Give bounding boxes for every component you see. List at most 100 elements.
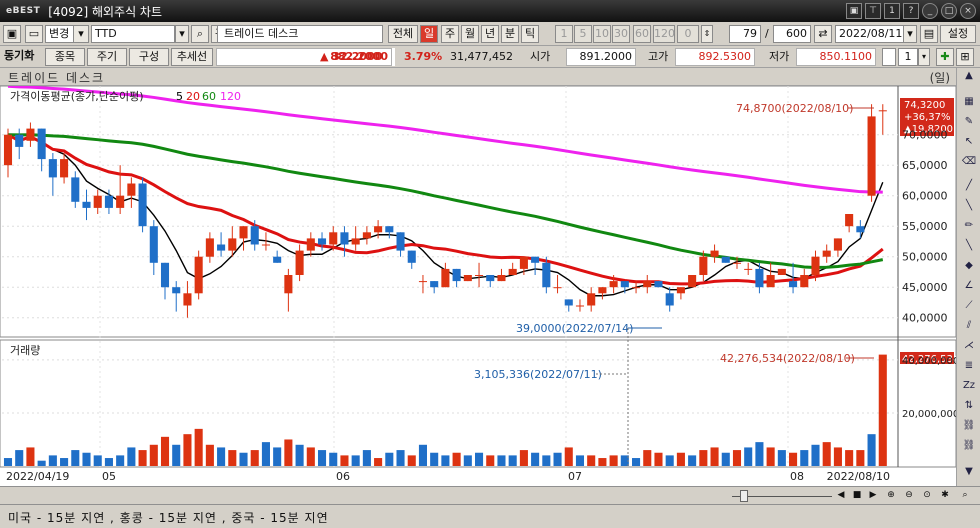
price-chart[interactable]: 74,8700(2022/08/10) 39,0000(2022/07/14) 42…: [0, 86, 956, 486]
period-month-button[interactable]: 월: [461, 25, 479, 43]
save-icon[interactable]: ▤: [920, 25, 938, 43]
maximize-button[interactable]: □: [941, 3, 957, 19]
period-tick-button[interactable]: 틱: [521, 25, 539, 43]
interval-1-button[interactable]: 1: [555, 25, 573, 43]
volume-bar: [845, 450, 854, 466]
chevron-down-icon[interactable]: ▾: [175, 25, 189, 43]
chevron-down-icon[interactable]: ▾: [903, 25, 917, 43]
symbol-button[interactable]: 종목: [45, 48, 85, 66]
fibo-icon[interactable]: ≣: [961, 358, 977, 374]
zoom-out-icon[interactable]: ⊖: [902, 489, 916, 503]
candle-body: [800, 275, 809, 288]
candle-body: [531, 256, 540, 263]
price-tick-label: 70,0000: [902, 129, 948, 142]
arrows-icon[interactable]: ⇅: [961, 398, 977, 414]
chain-icon[interactable]: ⛓: [961, 438, 977, 454]
period-minute-button[interactable]: 분: [501, 25, 519, 43]
interval-60-button[interactable]: 60: [633, 25, 651, 43]
ruler-icon[interactable]: ╲: [961, 238, 977, 254]
symbol-input[interactable]: TTD: [91, 25, 175, 43]
link-icon[interactable]: ⛓: [961, 418, 977, 434]
add-icon[interactable]: ✚: [936, 48, 954, 66]
trendline-button[interactable]: 추세선: [171, 48, 213, 66]
close-button[interactable]: ×: [960, 3, 976, 19]
cycle-button[interactable]: 주기: [87, 48, 127, 66]
pin-button[interactable]: ▣: [846, 3, 862, 19]
slider-handle[interactable]: [740, 490, 748, 502]
arrow-up-icon[interactable]: ▲: [961, 68, 977, 84]
interval-30-button[interactable]: 30: [612, 25, 630, 43]
period-week-button[interactable]: 주: [441, 25, 459, 43]
prev-icon[interactable]: ◀: [834, 489, 848, 503]
volume-bar: [362, 450, 371, 466]
top-button[interactable]: ⊤: [865, 3, 881, 19]
cursor-icon[interactable]: ↖: [961, 134, 977, 150]
pen-icon[interactable]: ✎: [961, 114, 977, 130]
ma-legend-item: 60: [202, 90, 216, 103]
interval-5-button[interactable]: 5: [574, 25, 592, 43]
text-icon[interactable]: Zz: [961, 378, 977, 394]
volume-bar: [82, 452, 91, 466]
ma-legend-item: 20: [186, 90, 200, 103]
candle-body: [755, 268, 764, 288]
candle-body: [374, 226, 383, 233]
angle-icon[interactable]: ∠: [961, 278, 977, 294]
help-button[interactable]: ?: [903, 3, 919, 19]
candle-body: [362, 232, 371, 239]
pencil-icon[interactable]: ✏: [961, 218, 977, 234]
chevron-down-icon[interactable]: ▾: [918, 48, 930, 66]
search-icon[interactable]: ⌕: [191, 25, 209, 43]
company-name: 트레이드 데스크: [217, 25, 383, 43]
checkbox[interactable]: [882, 48, 896, 66]
crosshair-icon[interactable]: ▦: [961, 94, 977, 110]
volume-bar: [609, 455, 618, 466]
settings-button[interactable]: 설정: [940, 25, 976, 43]
tool-icon[interactable]: ✱: [938, 489, 952, 503]
next-icon[interactable]: ▶: [866, 489, 880, 503]
volume-bar: [26, 447, 35, 466]
interval-120-button[interactable]: 120: [653, 25, 675, 43]
candle-body: [418, 281, 427, 283]
volume-bar: [418, 444, 427, 466]
candle-body: [317, 238, 327, 245]
price-tick-label: 65,0000: [902, 159, 948, 172]
search-icon[interactable]: ⌕: [958, 489, 972, 503]
fan-icon[interactable]: ⋌: [961, 338, 977, 354]
slope-icon[interactable]: ⟋: [961, 298, 977, 314]
window-controls: ▣ ⊤ 1 ? _ □ ×: [846, 3, 976, 19]
count-input[interactable]: 79: [729, 25, 761, 43]
zoom-in-icon[interactable]: ⊕: [884, 489, 898, 503]
period-day-button[interactable]: 일: [420, 25, 438, 43]
zoom-reset-icon[interactable]: ⊙: [920, 489, 934, 503]
quote-toolbar: 동기화 종목 주기 구성 추세선 882.2000 ▲ 32.2000 3.79…: [0, 46, 980, 68]
arrow-down-icon[interactable]: ▼: [961, 464, 977, 480]
volume-bar: [721, 452, 730, 466]
chevron-down-icon[interactable]: ▾: [73, 25, 89, 43]
period-year-button[interactable]: 년: [481, 25, 499, 43]
minimize-button[interactable]: _: [922, 3, 938, 19]
page-number[interactable]: 1: [898, 48, 918, 66]
interval-10-button[interactable]: 10: [593, 25, 611, 43]
volume-bar: [217, 447, 226, 466]
candle-body: [519, 256, 528, 269]
stop-icon[interactable]: ■: [850, 489, 864, 503]
channel-icon[interactable]: ⫽: [961, 318, 977, 334]
total-count-input[interactable]: 600: [773, 25, 811, 43]
all-button[interactable]: 전체: [388, 25, 418, 43]
eraser-icon[interactable]: ⌫: [961, 154, 977, 170]
candle-body: [867, 116, 876, 196]
high-price: 892.5300: [675, 48, 755, 66]
interval-custom-input[interactable]: 0: [677, 25, 699, 43]
link-button[interactable]: 1: [884, 3, 900, 19]
monitor-icon[interactable]: ▭: [25, 25, 43, 43]
chart-refresh-icon[interactable]: ⇄: [814, 25, 832, 43]
candle-body: [486, 275, 495, 282]
layout-icon[interactable]: ▣: [3, 25, 21, 43]
trendline-icon[interactable]: ╱: [961, 178, 977, 194]
candle-body: [430, 281, 439, 288]
compose-button[interactable]: 구성: [129, 48, 169, 66]
panel-icon[interactable]: ⊞: [956, 48, 974, 66]
line-icon[interactable]: ╲: [961, 198, 977, 214]
marker-icon[interactable]: ◆: [961, 258, 977, 274]
spin-icon[interactable]: ⇕: [701, 25, 713, 43]
